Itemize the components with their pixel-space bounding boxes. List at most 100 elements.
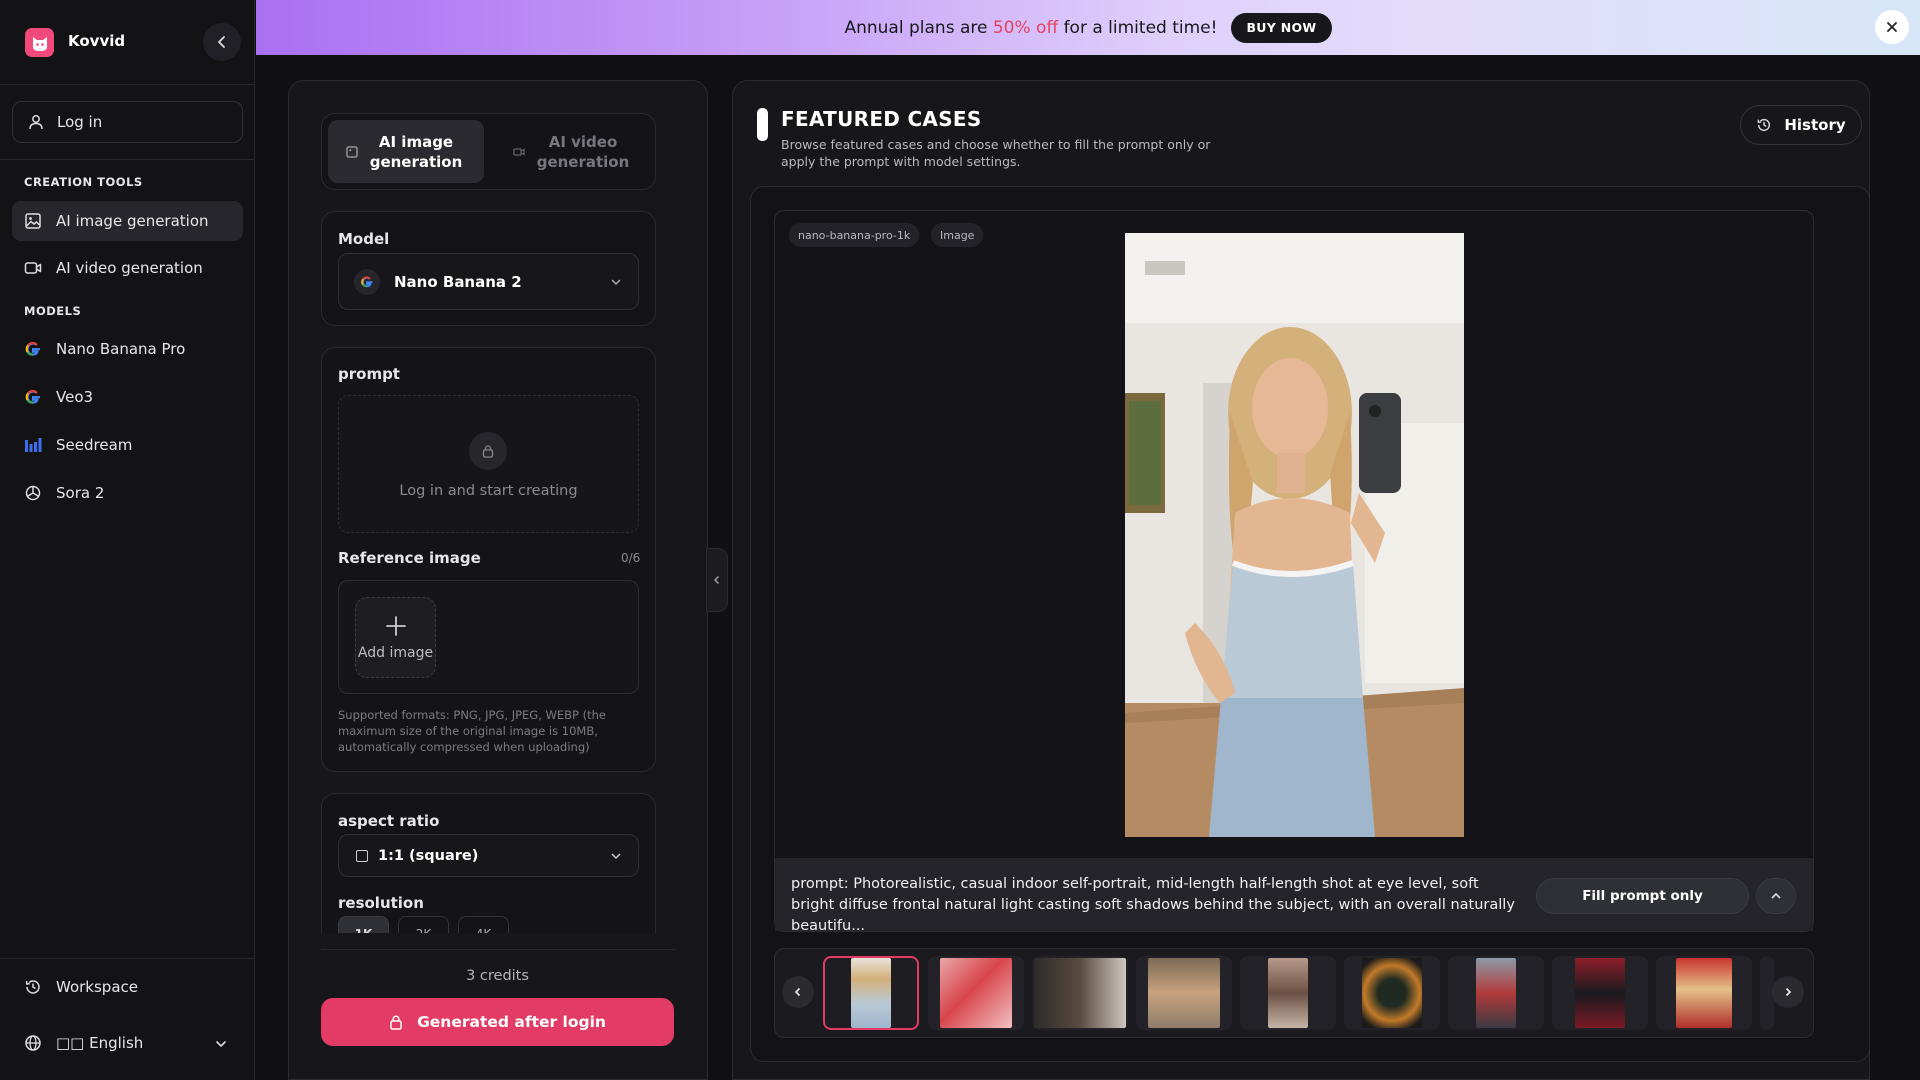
promo-text: Annual plans are 50% off for a limited t… <box>844 17 1218 38</box>
add-image-label: Add image <box>357 644 434 661</box>
sidebar-item-workspace[interactable]: Workspace <box>12 967 243 1007</box>
sidebar-item-nano-banana-pro[interactable]: Nano Banana Pro <box>12 329 243 369</box>
tab-ai-image-generation[interactable]: AI image generation <box>328 120 484 183</box>
model-label: Model <box>338 230 390 248</box>
sidebar-item-label: Nano Banana Pro <box>56 340 186 358</box>
openai-icon <box>25 485 41 501</box>
models-title: MODELS <box>24 304 82 318</box>
sidebar-item-label: Seedream <box>56 436 133 454</box>
resolution-option-4k[interactable]: 4K <box>458 916 509 933</box>
divider <box>0 84 255 85</box>
featured-subtitle: Browse featured cases and choose whether… <box>781 137 1211 169</box>
sidebar-item-ai-video-generation[interactable]: AI video generation <box>12 248 243 288</box>
divider <box>0 958 255 959</box>
image-icon <box>346 145 358 158</box>
thumbnail-9[interactable] <box>1656 956 1752 1030</box>
fill-prompt-only-button[interactable]: Fill prompt only <box>1536 878 1749 914</box>
login-button[interactable]: Log in <box>12 101 243 143</box>
type-chip: Image <box>931 223 984 247</box>
chevron-up-icon <box>1771 892 1781 899</box>
google-icon <box>354 268 380 295</box>
prompt-label: prompt <box>338 365 400 383</box>
featured-prompt-text: prompt: Photorealistic, casual indoor se… <box>791 876 1515 934</box>
panel-collapse-handle[interactable] <box>706 548 728 612</box>
model-chip: nano-banana-pro-1k <box>789 223 920 247</box>
chevron-left-icon <box>218 36 225 48</box>
featured-stage: nano-banana-pro-1k Image <box>774 210 1814 932</box>
aspect-ratio-value: 1:1 (square) <box>378 847 479 864</box>
brand-logo-icon <box>25 28 54 57</box>
sidebar-item-seedream[interactable]: Seedream <box>12 425 243 465</box>
prompt-locked-text: Log in and start creating <box>399 483 578 499</box>
generate-button[interactable]: Generated after login <box>321 998 674 1046</box>
creation-tools-title: CREATION TOOLS <box>24 175 143 189</box>
lock-icon <box>469 432 507 470</box>
sidebar-item-label: Workspace <box>56 978 138 996</box>
history-label: History <box>1784 116 1846 134</box>
aspect-ratio-select[interactable]: 1:1 (square) <box>338 834 639 877</box>
featured-image[interactable] <box>1125 233 1464 837</box>
google-icon <box>25 389 40 404</box>
sidebar-item-label: AI video generation <box>56 259 203 277</box>
sidebar <box>0 0 255 1080</box>
close-promo-button[interactable] <box>1875 10 1909 44</box>
model-select[interactable]: Nano Banana 2 <box>338 253 639 310</box>
thumbnails-next-button[interactable] <box>1772 976 1804 1008</box>
thumbnail-8[interactable] <box>1552 956 1648 1030</box>
google-icon <box>25 341 40 356</box>
reference-count: 0/6 <box>621 551 641 565</box>
resolution-option-1k[interactable]: 1K <box>338 916 389 933</box>
generate-label: Generated after login <box>417 1013 606 1031</box>
thumbnail-5[interactable] <box>1240 956 1336 1030</box>
thumbnail-2[interactable] <box>928 956 1024 1030</box>
resolution-options: 1K 2K 4K <box>338 916 639 933</box>
close-icon <box>1887 22 1897 32</box>
resolution-label: resolution <box>338 894 424 912</box>
globe-icon <box>25 1035 41 1051</box>
thumbnail-4[interactable] <box>1136 956 1232 1030</box>
credits-text: 3 credits <box>466 968 529 984</box>
tab-label: AI video generation <box>536 132 630 171</box>
aspect-ratio-label: aspect ratio <box>338 812 440 830</box>
thumbnail-6[interactable] <box>1344 956 1440 1030</box>
chevron-down-icon <box>611 852 621 859</box>
thumbnail-3[interactable] <box>1032 956 1128 1030</box>
tab-ai-video-generation[interactable]: AI video generation <box>498 120 648 183</box>
chevron-right-icon <box>1785 987 1792 997</box>
tab-label: AI image generation <box>369 132 463 171</box>
chevron-down-icon <box>216 1041 226 1048</box>
sidebar-item-label: AI image generation <box>56 212 209 230</box>
reference-image-label: Reference image <box>338 549 481 567</box>
history-button[interactable]: History <box>1740 105 1862 145</box>
title-accent-bar <box>757 108 768 141</box>
image-icon <box>25 213 41 229</box>
language-label: □□ English <box>56 1034 144 1052</box>
thumbnail-7[interactable] <box>1448 956 1544 1030</box>
divider <box>0 159 255 160</box>
sidebar-item-ai-image-generation[interactable]: AI image generation <box>12 201 243 241</box>
sidebar-item-label: Veo3 <box>56 388 94 406</box>
thumbnail-1[interactable] <box>823 956 919 1030</box>
lock-icon <box>390 1015 402 1030</box>
buy-now-button[interactable]: BUY NOW <box>1231 12 1332 43</box>
sidebar-collapse-button[interactable] <box>203 23 241 61</box>
model-value: Nano Banana 2 <box>394 272 522 291</box>
sidebar-item-label: Sora 2 <box>56 484 105 502</box>
sidebar-item-sora-2[interactable]: Sora 2 <box>12 473 243 513</box>
expand-button[interactable] <box>1756 878 1796 914</box>
chevron-left-icon <box>714 576 719 584</box>
formats-note: Supported formats: PNG, JPG, JPEG, WEBP … <box>338 708 606 754</box>
promo-banner: Annual plans are 50% off for a limited t… <box>256 0 1920 55</box>
add-image-button[interactable]: Add image <box>355 597 436 678</box>
sidebar-item-veo3[interactable]: Veo3 <box>12 377 243 417</box>
featured-title: FEATURED CASES <box>781 107 982 131</box>
chevron-down-icon <box>611 278 621 285</box>
plus-icon <box>385 615 406 636</box>
language-selector[interactable]: □□ English <box>12 1023 243 1063</box>
thumbnails-prev-button[interactable] <box>782 976 814 1008</box>
divider <box>321 949 676 950</box>
resolution-option-2k[interactable]: 2K <box>398 916 449 933</box>
user-icon <box>29 115 43 130</box>
promo-highlight: 50% off <box>992 17 1059 38</box>
square-icon <box>356 849 368 862</box>
